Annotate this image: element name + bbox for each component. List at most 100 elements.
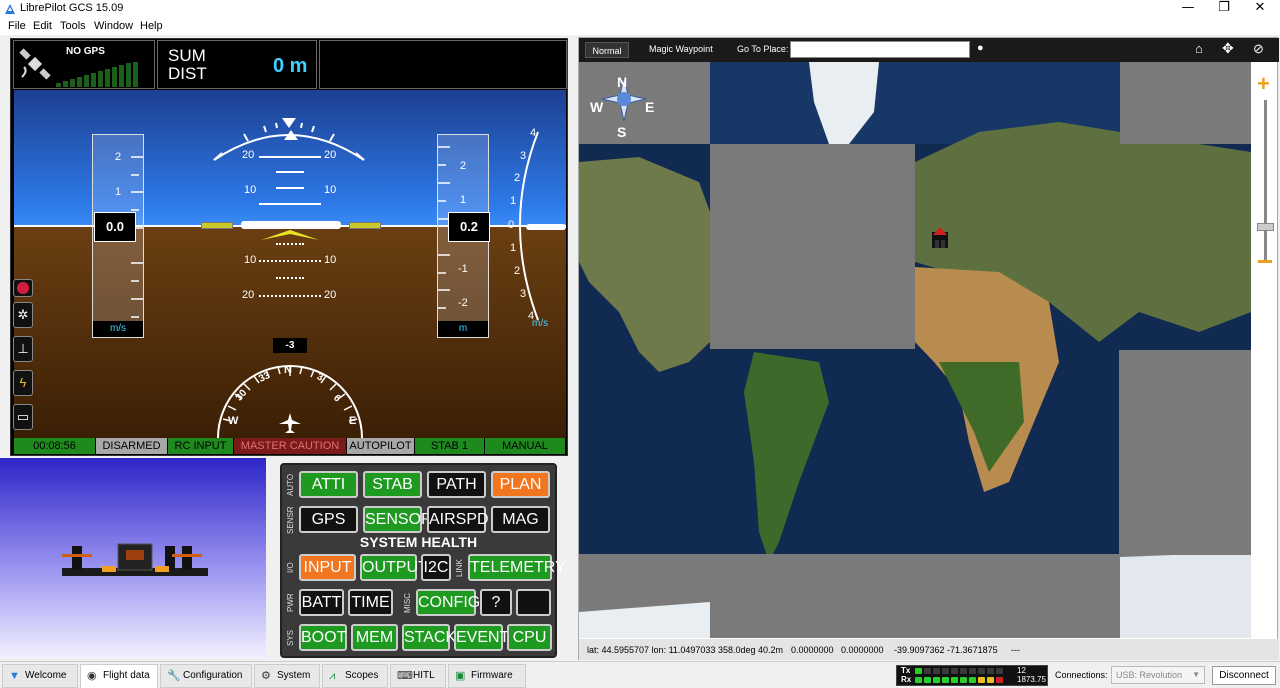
telemetry-monitor: Tx Rx 12 1873.75 <box>896 665 1048 686</box>
health-boot[interactable]: BOOT <box>299 624 347 651</box>
health-plan[interactable]: PLAN <box>491 471 550 498</box>
pitch-label: 20 <box>242 149 255 161</box>
health-atti[interactable]: ATTI <box>299 471 358 498</box>
health-i2c[interactable]: I2C <box>421 554 451 581</box>
vs-tick-label: 0 <box>508 219 515 231</box>
satellite-map[interactable]: N S W E <box>579 62 1251 638</box>
pitch-line-minor <box>276 171 304 173</box>
health-misc-empty[interactable] <box>516 589 551 616</box>
gps-panel: NO GPS <box>13 40 155 89</box>
pitch-line-minor <box>276 277 304 279</box>
health-gps[interactable]: GPS <box>299 506 358 533</box>
aircraft-chevron-icon <box>261 230 319 240</box>
zoom-in-icon[interactable]: + <box>1257 73 1270 95</box>
pitch-label: 10 <box>324 254 337 266</box>
remote-control-icon[interactable]: ▭ <box>13 404 33 430</box>
tab-system[interactable]: ⚙ System <box>254 664 320 688</box>
map-mode-magic-waypoint[interactable]: Magic Waypoint <box>649 44 713 54</box>
health-config[interactable]: CONFIG <box>416 589 480 616</box>
zoom-track[interactable] <box>1264 100 1267 260</box>
tab-label: Configuration <box>183 670 243 681</box>
connection-select[interactable]: USB: Revolution ▼ <box>1111 666 1205 684</box>
connection-value: USB: Revolution <box>1116 670 1183 680</box>
health-stack[interactable]: STACK <box>402 624 456 651</box>
map-panel: Normal Magic Waypoint Go To Place: ● ⌂ ✥… <box>578 37 1279 660</box>
record-icon[interactable] <box>13 279 33 297</box>
group-label-auto: AUTO <box>286 473 295 497</box>
health-cpu[interactable]: CPU <box>507 624 552 651</box>
health-airspd[interactable]: AIRSPD <box>427 506 489 533</box>
armed-status: DISARMED <box>96 438 168 454</box>
vs-tick-label: 1 <box>510 195 517 207</box>
tab-scopes[interactable]: ⩘ Scopes <box>322 664 388 688</box>
tab-flight-data[interactable]: ◉ Flight data <box>80 664 158 688</box>
system-health-panel: AUTO ATTI STAB PATH PLAN SENSR GPS SENSO… <box>280 463 566 658</box>
zoom-out-icon[interactable] <box>1258 260 1272 263</box>
health-time[interactable]: TIME <box>348 589 393 616</box>
rc-input-status: RC INPUT <box>168 438 234 454</box>
settings-gear-icon[interactable]: ✲ <box>13 302 33 328</box>
tab-firmware[interactable]: ▣ Firmware <box>448 664 526 688</box>
health-input[interactable]: INPUT <box>299 554 356 581</box>
home-icon[interactable]: ⌂ <box>1195 41 1203 56</box>
uav-position-icon[interactable] <box>929 226 951 252</box>
health-batt[interactable]: BATT <box>299 589 344 616</box>
center-map-icon[interactable]: ✥ <box>1222 40 1234 57</box>
window-title: LibrePilot GCS 15.09 <box>20 2 124 14</box>
health-unknown[interactable]: ? <box>480 589 512 616</box>
altitude-readout: 0.2 <box>448 212 490 242</box>
alt-tick-label: -1 <box>458 263 468 275</box>
menu-file[interactable]: File <box>8 20 26 32</box>
compass-label: E <box>349 415 357 427</box>
wrench-icon: 🔧 <box>167 670 181 682</box>
health-event[interactable]: EVENT <box>454 624 509 651</box>
tab-welcome[interactable]: ▼ Welcome <box>2 664 78 688</box>
maximize-button[interactable]: ❐ <box>1206 0 1242 18</box>
attitude-indicator: 20 20 10 10 10 10 20 20 2 1 m/s 0.0 2 1 … <box>14 90 566 438</box>
menu-edit[interactable]: Edit <box>33 20 52 32</box>
health-path[interactable]: PATH <box>427 471 486 498</box>
vs-tick-label: 3 <box>520 150 527 162</box>
antenna-icon[interactable]: ⊥ <box>13 336 33 362</box>
search-icon[interactable]: ● <box>977 42 984 54</box>
close-button[interactable]: ✕ <box>1242 0 1278 18</box>
health-sensor[interactable]: SENSOR <box>363 506 433 533</box>
tab-label: Firmware <box>471 670 513 681</box>
vs-tick-label: 3 <box>520 288 527 300</box>
aircraft-heading-icon <box>279 413 301 433</box>
quadcopter-model-image <box>62 543 208 576</box>
map-mode-normal[interactable]: Normal <box>585 42 629 58</box>
group-label-sensr: SENSR <box>286 506 295 534</box>
health-stab[interactable]: STAB <box>363 471 422 498</box>
tab-label: Welcome <box>25 670 67 681</box>
health-mem[interactable]: MEM <box>351 624 398 651</box>
menu-tools[interactable]: Tools <box>60 20 86 32</box>
menu-window[interactable]: Window <box>94 20 133 32</box>
menu-help[interactable]: Help <box>140 20 163 32</box>
satellite-icon <box>19 48 51 80</box>
system-health-title: SYSTEM HEALTH <box>359 534 478 550</box>
minimize-button[interactable]: — <box>1170 0 1206 18</box>
system-gear-icon: ⚙ <box>261 670 271 682</box>
health-output[interactable]: OUTPUT <box>360 554 428 581</box>
battery-icon[interactable]: ϟ <box>13 370 33 396</box>
sum-dist-value: 0 m <box>273 55 308 77</box>
status-bar: 00:08:56 DISARMED RC INPUT MASTER CAUTIO… <box>14 438 566 454</box>
pitch-line-minor <box>276 187 304 189</box>
goto-place-input[interactable] <box>790 41 970 58</box>
connections-label: Connections: <box>1055 670 1108 680</box>
tab-configuration[interactable]: 🔧 Configuration <box>160 664 252 688</box>
zoom-slider-thumb[interactable] <box>1257 223 1274 231</box>
alt-tick-label: 1 <box>460 194 467 206</box>
tx-label: Tx <box>901 666 911 675</box>
compass-toggle-icon[interactable]: ⊘ <box>1253 41 1264 57</box>
flight-time: 00:08:56 <box>14 438 96 454</box>
compass-label: W <box>228 415 239 427</box>
disconnect-button[interactable]: Disconnect <box>1212 666 1276 685</box>
health-mag[interactable]: MAG <box>491 506 550 533</box>
vs-tick-label: 2 <box>514 172 521 184</box>
health-telemetry[interactable]: TELEMETRY <box>468 554 566 581</box>
compass-label: N <box>284 364 292 376</box>
tab-hitl[interactable]: ⌨ HITL <box>390 664 446 688</box>
sum-distance-panel: SUM DIST 0 m <box>157 40 317 89</box>
